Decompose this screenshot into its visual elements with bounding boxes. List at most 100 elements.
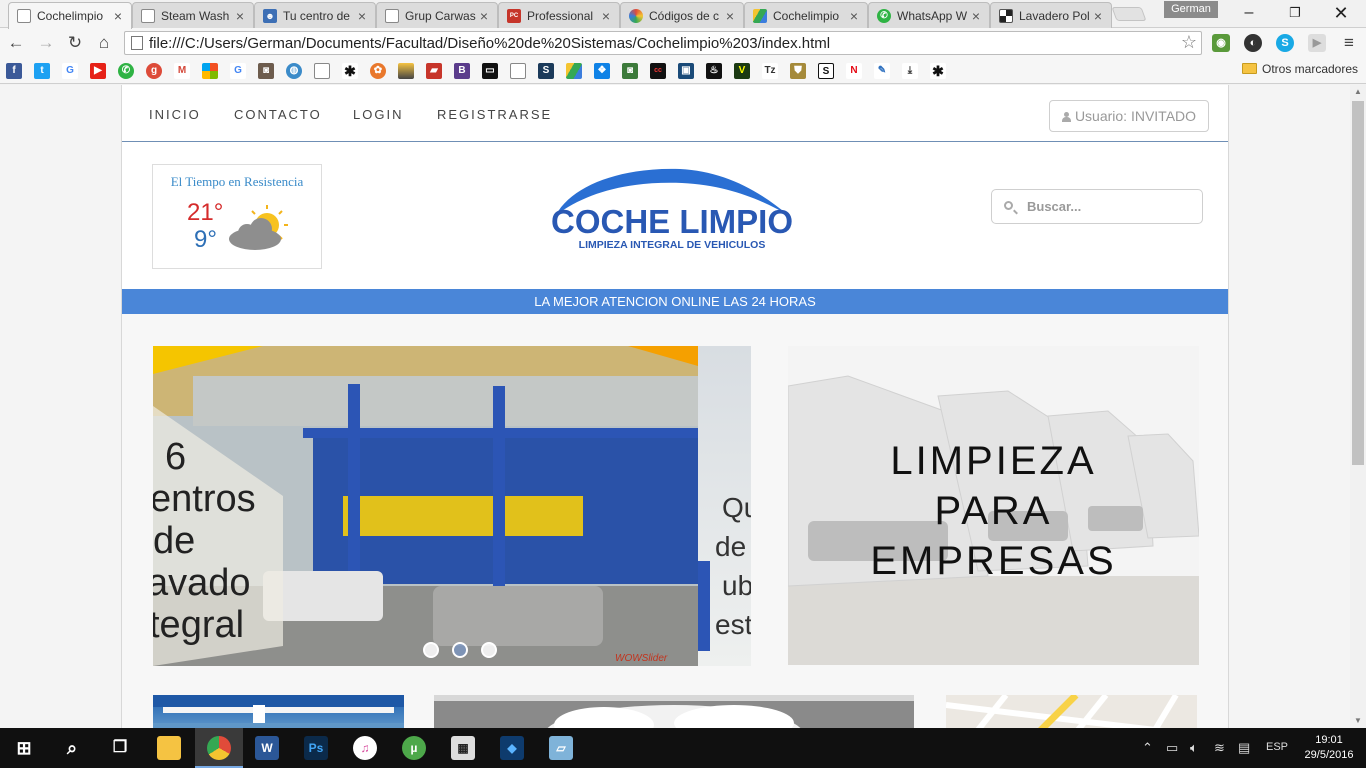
tab-lavadero[interactable]: Lavadero Pol × (990, 2, 1112, 28)
task-view-icon[interactable]: ❐ (108, 736, 132, 760)
v-icon[interactable]: V (734, 63, 750, 79)
utn-icon[interactable]: ✱ (930, 63, 946, 79)
cc-icon[interactable]: cc (650, 63, 666, 79)
file-explorer-icon[interactable] (157, 736, 181, 760)
microsoft-icon[interactable] (202, 63, 218, 79)
camera-icon[interactable]: ◙ (622, 63, 638, 79)
close-icon[interactable]: × (355, 8, 369, 24)
close-icon[interactable]: × (599, 8, 613, 24)
site-logo[interactable]: COCHE LIMPIO LIMPIEZA INTEGRAL DE VEHICU… (551, 163, 793, 255)
tab-whatsapp[interactable]: ✆ WhatsApp W × (868, 2, 990, 28)
nav-inicio[interactable]: INICIO (149, 107, 201, 122)
utn-icon[interactable]: ✱ (342, 63, 358, 79)
drive-icon[interactable] (566, 63, 582, 79)
taskbar-clock[interactable]: 19:01 29/5/2016 (1296, 733, 1362, 763)
image-slider[interactable]: 6 entros de avado tegral Qu de ub est WO… (153, 346, 751, 666)
instagram-icon[interactable]: ◙ (258, 63, 274, 79)
book-icon[interactable]: ▰ (426, 63, 442, 79)
page-scrollbar[interactable]: ▲ ▼ (1350, 85, 1366, 728)
slider-dot-2[interactable] (452, 642, 468, 658)
carwash-thumbnail[interactable] (153, 695, 404, 728)
extension-ghostery-icon[interactable]: ◐ (1244, 34, 1262, 52)
s-box-icon[interactable]: S (818, 63, 834, 79)
chrome-icon[interactable] (207, 736, 231, 760)
bootstrap-icon[interactable]: B (454, 63, 470, 79)
app-icon[interactable]: ◆ (500, 736, 524, 760)
tab-professional[interactable]: PC Professional × (498, 2, 620, 28)
tab-cochelimpio-drive[interactable]: Cochelimpio × (744, 2, 868, 28)
dropbox-icon[interactable]: ❖ (594, 63, 610, 79)
notifications-icon[interactable]: ▤ (1238, 740, 1250, 756)
close-window-button[interactable]: ✕ (1318, 0, 1364, 26)
tab-codigos[interactable]: Códigos de c × (620, 2, 744, 28)
close-icon[interactable]: × (1091, 8, 1105, 24)
foam-wash-thumbnail[interactable] (434, 695, 914, 728)
calculator-icon[interactable]: ▦ (451, 736, 475, 760)
close-icon[interactable]: × (969, 8, 983, 24)
google-icon[interactable]: G (230, 63, 246, 79)
windows-start-icon[interactable]: ⊞ (12, 736, 36, 760)
close-icon[interactable]: × (111, 8, 125, 24)
map-thumbnail[interactable] (946, 695, 1197, 728)
pencil-icon[interactable]: ✎ (874, 63, 890, 79)
scroll-up-icon[interactable]: ▲ (1350, 85, 1366, 99)
search-input[interactable]: Buscar... (991, 189, 1203, 224)
network-icon[interactable]: ≋ (1214, 740, 1225, 756)
address-bar[interactable]: file:///C:/Users/German/Documents/Facult… (124, 31, 1202, 55)
google-icon[interactable]: G (62, 63, 78, 79)
user-button[interactable]: Usuario: INVITADO (1049, 100, 1209, 132)
tab-cochelimpio-active[interactable]: Cochelimpio × (8, 2, 132, 29)
utorrent-icon[interactable]: µ (402, 736, 426, 760)
tab-steam-wash[interactable]: Steam Wash × (132, 2, 254, 28)
nav-registrarse[interactable]: REGISTRARSE (437, 107, 552, 122)
other-bookmarks[interactable]: Otros marcadores (1242, 62, 1358, 76)
forward-arrow-icon[interactable]: → (35, 32, 57, 54)
tab-grup-carwash[interactable]: Grup Carwas × (376, 2, 498, 28)
language-indicator[interactable]: ESP (1266, 741, 1288, 753)
slider-dot-3[interactable] (481, 642, 497, 658)
slider-dot-1[interactable] (423, 642, 439, 658)
extension-arrow-icon[interactable]: ▶ (1308, 34, 1326, 52)
menu-icon[interactable]: ≡ (1338, 32, 1360, 54)
reload-icon[interactable]: ↻ (64, 32, 86, 54)
twitter-icon[interactable]: t (34, 63, 50, 79)
close-icon[interactable]: × (477, 8, 491, 24)
close-icon[interactable]: × (847, 8, 861, 24)
nav-contacto[interactable]: CONTACTO (234, 107, 322, 122)
itunes-icon[interactable]: ♫ (353, 736, 377, 760)
tz-icon[interactable]: Tz (762, 63, 778, 79)
film-icon[interactable]: ▭ (482, 63, 498, 79)
battery-icon[interactable]: ▭ (1166, 740, 1178, 756)
shield-icon[interactable]: ⛊ (790, 63, 806, 79)
weather-widget[interactable]: El Tiempo en Resistencia 21° 9° (152, 164, 322, 269)
photoshop-icon[interactable]: Ps (304, 736, 328, 760)
app-glass-icon[interactable]: ▱ (549, 736, 573, 760)
back-arrow-icon[interactable]: ← (5, 32, 27, 54)
search-icon[interactable]: ⌕ (60, 736, 84, 760)
page-icon[interactable] (510, 63, 526, 79)
home-icon[interactable]: ⌂ (93, 32, 115, 54)
s-icon[interactable]: S (538, 63, 554, 79)
minimize-button[interactable]: – (1226, 0, 1272, 26)
volume-icon[interactable]: 🔈︎ (1190, 740, 1198, 756)
bookmark-star-icon[interactable]: ☆ (1181, 32, 1197, 53)
profile-button[interactable]: German (1164, 1, 1218, 18)
photoshop-icon[interactable]: ▣ (678, 63, 694, 79)
scrollbar-thumb[interactable] (1352, 101, 1364, 465)
scroll-down-icon[interactable]: ▼ (1350, 714, 1366, 728)
skype-icon[interactable]: S (1276, 34, 1294, 52)
download-icon[interactable]: ⤓ (902, 63, 918, 79)
close-icon[interactable]: × (723, 8, 737, 24)
tab-centro[interactable]: ☻ Tu centro de × (254, 2, 376, 28)
steam-icon[interactable]: ♨ (706, 63, 722, 79)
youtube-icon[interactable]: ▶ (90, 63, 106, 79)
close-icon[interactable]: × (233, 8, 247, 24)
new-tab-button[interactable] (1111, 7, 1147, 21)
gmail-icon[interactable]: M (174, 63, 190, 79)
word-icon[interactable]: W (255, 736, 279, 760)
google-plus-icon[interactable]: g (146, 63, 162, 79)
netflix-icon[interactable]: N (846, 63, 862, 79)
globe-icon[interactable]: ◍ (286, 63, 302, 79)
tray-chevron-icon[interactable]: ⌃ (1142, 740, 1153, 756)
extension-camera-icon[interactable]: ◉ (1212, 34, 1230, 52)
